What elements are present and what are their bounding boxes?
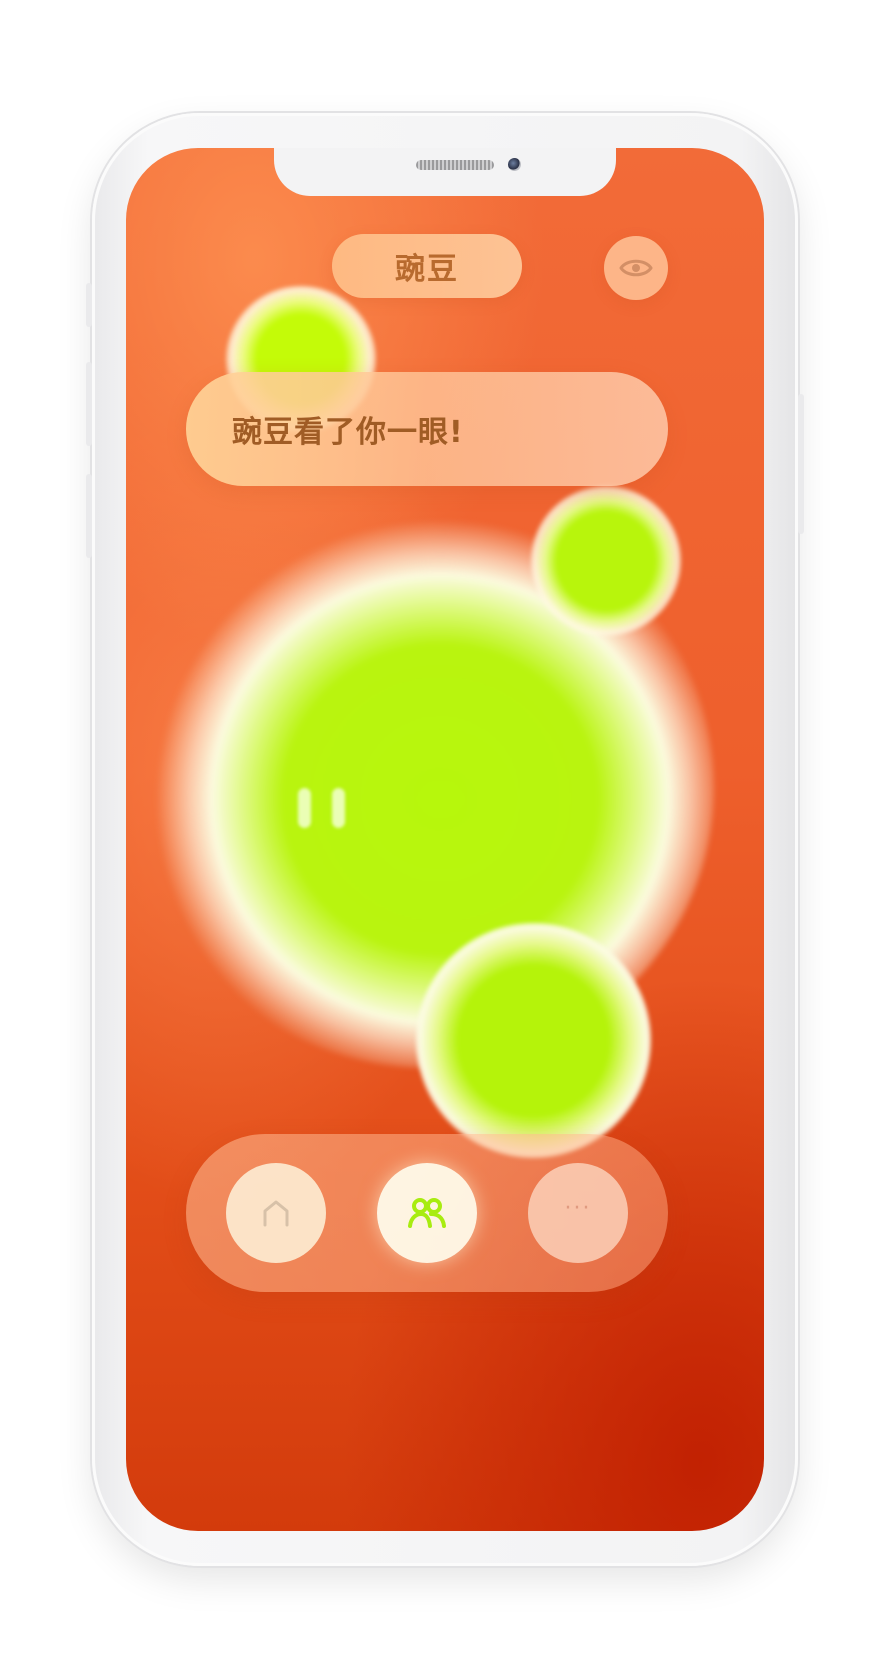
volume-down-button bbox=[86, 474, 92, 558]
nav-friends-button[interactable] bbox=[377, 1163, 477, 1263]
view-button[interactable] bbox=[604, 236, 668, 300]
pet-name-pill[interactable]: 豌豆 bbox=[332, 234, 522, 298]
small-blob-bottom bbox=[416, 923, 651, 1158]
message-bubble: 豌豆看了你一眼! bbox=[186, 372, 668, 486]
bottom-nav: ··· bbox=[186, 1134, 668, 1292]
pet-name-label: 豌豆 bbox=[395, 252, 459, 287]
notch bbox=[274, 148, 616, 196]
home-icon bbox=[263, 1200, 289, 1227]
friends-icon bbox=[408, 1198, 446, 1228]
more-icon: ··· bbox=[564, 1196, 592, 1221]
volume-up-button bbox=[86, 362, 92, 446]
speaker-grille bbox=[416, 160, 494, 170]
front-camera bbox=[508, 158, 521, 171]
mute-switch bbox=[86, 283, 92, 327]
pet-right-eye bbox=[332, 788, 345, 828]
nav-more-button[interactable]: ··· bbox=[528, 1163, 628, 1263]
small-blob-right bbox=[531, 486, 681, 636]
app-screen: 豌豆 豌豆看了你一眼! ··· bbox=[126, 148, 764, 1531]
nav-home-button[interactable] bbox=[226, 1163, 326, 1263]
eye-icon bbox=[619, 259, 653, 277]
message-text: 豌豆看了你一眼! bbox=[232, 415, 464, 450]
pet-left-eye bbox=[298, 788, 311, 828]
power-button bbox=[798, 394, 804, 534]
